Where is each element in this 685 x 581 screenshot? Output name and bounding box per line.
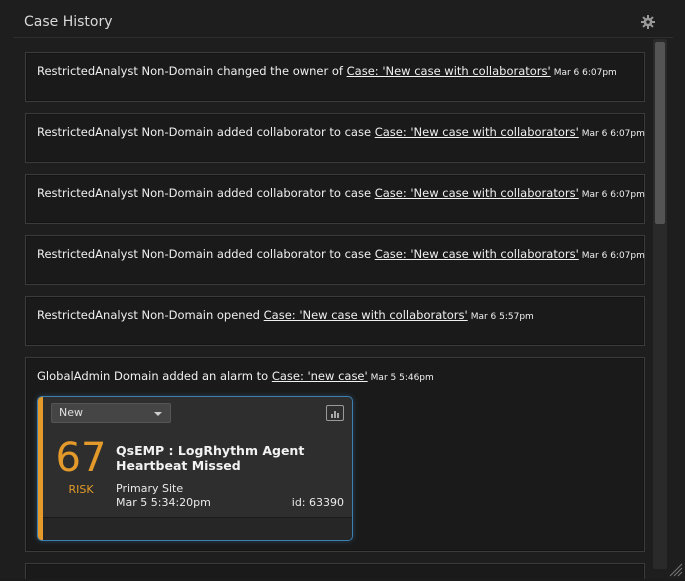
case-link[interactable]: Case: 'New case with collaborators' [347, 64, 551, 78]
history-entry [25, 563, 645, 579]
entry-description: RestrictedAnalyst Non-Domain added colla… [37, 125, 375, 139]
alarm-card-footer [43, 517, 352, 540]
entry-description: RestrictedAnalyst Non-Domain changed the… [37, 64, 347, 78]
case-link[interactable]: Case: 'new case' [272, 369, 368, 383]
risk-score: 67 [55, 435, 107, 481]
vertical-scrollbar[interactable] [653, 39, 667, 569]
history-entry: RestrictedAnalyst Non-Domain added colla… [25, 174, 645, 224]
entry-text: RestrictedAnalyst Non-Domain opened Case… [37, 308, 636, 322]
alarm-status-value: New [59, 406, 83, 419]
entry-description: RestrictedAnalyst Non-Domain added colla… [37, 247, 375, 261]
alarm-id: id: 63390 [291, 496, 344, 509]
entry-text: RestrictedAnalyst Non-Domain added colla… [37, 247, 645, 261]
case-history-widget: Case History RestrictedAnalyst Non-Domai… [0, 0, 685, 579]
entry-timestamp: Mar 6 5:57pm [470, 312, 534, 322]
widget-header: Case History [13, 6, 673, 38]
case-link[interactable]: Case: 'New case with collaborators' [375, 186, 579, 200]
history-entry: RestrictedAnalyst Non-Domain added colla… [25, 113, 645, 163]
entry-timestamp: Mar 6 6:07pm [581, 129, 645, 139]
entry-timestamp: Mar 6 6:07pm [581, 251, 645, 261]
alarm-site: Primary Site [116, 482, 184, 495]
entry-text: RestrictedAnalyst Non-Domain added colla… [37, 125, 645, 139]
chevron-down-icon [154, 412, 162, 416]
alarm-date: Mar 5 5:34:20pm [116, 496, 211, 509]
scrollbar-thumb[interactable] [655, 42, 665, 224]
entry-description: GlobalAdmin Domain added an alarm to [37, 369, 272, 383]
alarm-card[interactable]: New 67 RISK QsEMP : LogRhythm Agent Hear… [37, 396, 353, 541]
case-link[interactable]: Case: 'New case with collaborators' [264, 308, 468, 322]
history-entry: RestrictedAnalyst Non-Domain changed the… [25, 52, 645, 102]
history-entry: GlobalAdmin Domain added an alarm to Cas… [25, 357, 645, 552]
entry-timestamp: Mar 6 6:07pm [553, 68, 617, 78]
history-list[interactable]: RestrictedAnalyst Non-Domain changed the… [13, 38, 653, 579]
risk-label: RISK [68, 483, 94, 496]
bar-chart-icon[interactable] [326, 405, 344, 421]
case-link[interactable]: Case: 'New case with collaborators' [375, 247, 579, 261]
entry-timestamp: Mar 5 5:46pm [370, 373, 434, 383]
case-link[interactable]: Case: 'New case with collaborators' [375, 125, 579, 139]
gear-icon[interactable] [641, 14, 655, 29]
history-entry: RestrictedAnalyst Non-Domain added colla… [25, 235, 645, 285]
alarm-status-dropdown[interactable]: New [51, 403, 171, 423]
history-entry: RestrictedAnalyst Non-Domain opened Case… [25, 296, 645, 346]
entry-description: RestrictedAnalyst Non-Domain opened [37, 308, 264, 322]
resize-handle-icon[interactable] [667, 561, 683, 577]
alarm-name: QsEMP : LogRhythm Agent Heartbeat Missed [116, 443, 305, 473]
entry-text: RestrictedAnalyst Non-Domain added colla… [37, 186, 645, 200]
entry-text: RestrictedAnalyst Non-Domain changed the… [37, 64, 636, 78]
entry-description: RestrictedAnalyst Non-Domain added colla… [37, 186, 375, 200]
entry-text: GlobalAdmin Domain added an alarm to Cas… [37, 369, 636, 383]
widget-title: Case History [24, 14, 113, 30]
entry-timestamp: Mar 6 6:07pm [581, 190, 645, 200]
